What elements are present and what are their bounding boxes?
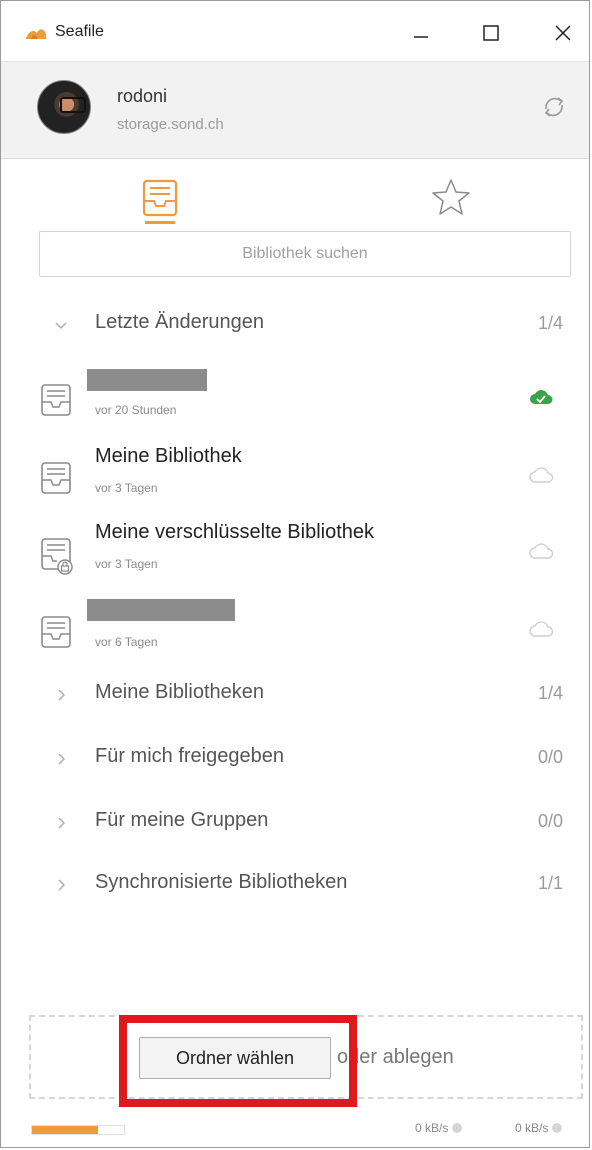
status-bar: 0 kB/s 0 kB/s: [1, 1111, 589, 1149]
library-item[interactable]: vor 6 Tagen: [1, 599, 589, 671]
library-time: vor 3 Tagen: [95, 481, 158, 495]
chevron-down-icon: [55, 322, 67, 329]
close-button[interactable]: [543, 15, 583, 51]
close-icon: [555, 25, 571, 41]
refresh-icon[interactable]: [539, 92, 569, 122]
cloud-icon: [529, 621, 553, 637]
maximize-icon: [483, 25, 499, 41]
section-count: 1/1: [537, 873, 563, 893]
section-my-libraries[interactable]: Meine Bibliotheken 1/4: [1, 671, 589, 719]
library-time: vor 6 Tagen: [95, 635, 158, 649]
tab-active-indicator: [145, 221, 175, 224]
chevron-right-icon: [58, 753, 65, 765]
tab-bar: [1, 159, 589, 229]
section-count: 0/0: [537, 747, 563, 767]
cloud-icon: [529, 467, 553, 483]
chevron-right-icon: [58, 689, 65, 701]
avatar[interactable]: [37, 80, 91, 134]
library-icon: [41, 462, 71, 494]
library-item[interactable]: Meine Bibliothek vor 3 Tagen: [1, 445, 589, 517]
section-synced-libraries[interactable]: Synchronisierte Bibliotheken 1/1: [1, 861, 589, 909]
section-count: 0/0: [537, 811, 563, 831]
library-name: Meine verschlüsselte Bibliothek: [95, 521, 375, 543]
section-group-libraries[interactable]: Für meine Gruppen 0/0: [1, 799, 589, 847]
section-shared-with-me[interactable]: Für mich freigegeben 0/0: [1, 735, 589, 783]
download-indicator-icon: [452, 1123, 463, 1133]
seafile-window: Seafile rodoni storage.sond.ch Bibliothe…: [0, 0, 590, 1148]
library-icon: [41, 616, 71, 648]
section-count: 1/4: [537, 313, 563, 333]
transfer-progress-bar: [31, 1125, 125, 1135]
minimize-icon: [414, 36, 428, 38]
window-title: Seafile: [55, 23, 104, 40]
upload-rate: 0 kB/s: [515, 1121, 563, 1135]
cloud-icon: [529, 543, 553, 559]
redacted-name: [87, 599, 235, 621]
upload-indicator-icon: [552, 1123, 563, 1133]
account-server: storage.sond.ch: [117, 116, 224, 133]
highlight-annotation: [119, 1015, 357, 1107]
minimize-button[interactable]: [401, 15, 441, 51]
section-count: 1/4: [537, 683, 563, 703]
transfer-progress-fill: [32, 1126, 99, 1134]
section-label: Letzte Änderungen: [95, 311, 265, 333]
library-time: vor 20 Stunden: [95, 403, 177, 417]
maximize-button[interactable]: [471, 15, 511, 51]
upload-rate-value: 0 kB/s: [515, 1121, 549, 1135]
title-bar: Seafile: [1, 1, 589, 61]
library-item[interactable]: vor 20 Stunden: [1, 367, 589, 439]
account-header[interactable]: rodoni storage.sond.ch: [1, 61, 589, 159]
library-time: vor 3 Tagen: [95, 557, 158, 571]
seafile-logo-icon: [26, 29, 46, 39]
library-name: Meine Bibliothek: [95, 445, 242, 467]
section-label: Für mich freigegeben: [95, 745, 284, 767]
download-rate-value: 0 kB/s: [415, 1121, 449, 1135]
library-icon: [41, 384, 71, 416]
section-label: Synchronisierte Bibliotheken: [95, 871, 348, 893]
library-search-input[interactable]: [39, 231, 571, 277]
section-label: Meine Bibliotheken: [95, 681, 264, 703]
download-rate: 0 kB/s: [415, 1121, 463, 1135]
library-item[interactable]: Meine verschlüsselte Bibliothek vor 3 Ta…: [1, 521, 589, 593]
cloud-synced-icon: [530, 390, 553, 404]
section-recent-changes[interactable]: Letzte Änderungen 1/4: [1, 301, 589, 349]
tab-starred-icon[interactable]: [429, 175, 473, 219]
chevron-right-icon: [58, 817, 65, 829]
redacted-name: [87, 369, 207, 391]
chevron-right-icon: [58, 879, 65, 891]
section-label: Für meine Gruppen: [95, 809, 269, 831]
encrypted-library-icon: [41, 538, 73, 575]
account-name: rodoni: [117, 86, 168, 106]
